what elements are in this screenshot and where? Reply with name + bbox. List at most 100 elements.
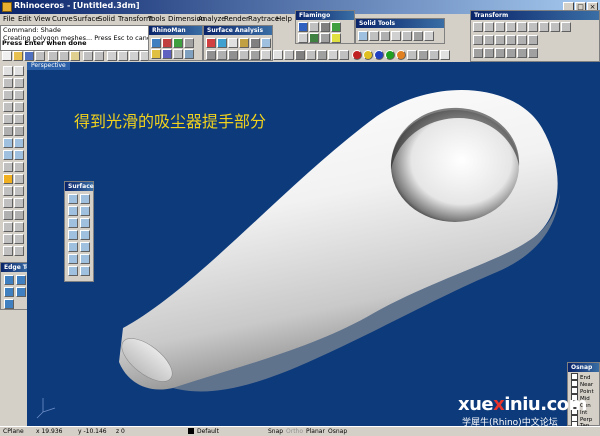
srf-loft-icon[interactable] <box>80 218 90 228</box>
surface-icon[interactable] <box>3 138 13 148</box>
light-icon[interactable] <box>309 22 319 32</box>
ghosted-icon[interactable] <box>306 50 316 60</box>
status-osnap[interactable]: Osnap <box>328 427 347 436</box>
rhinoman-icon-7[interactable] <box>173 49 183 59</box>
rhinoman-icon-4[interactable] <box>184 38 194 48</box>
polygon-icon[interactable] <box>14 114 24 124</box>
srf-patch-icon[interactable] <box>80 242 90 252</box>
undo-icon[interactable] <box>83 51 93 61</box>
rebuild-edge-icon[interactable] <box>16 287 26 297</box>
copy-icon[interactable] <box>59 51 69 61</box>
set-pt-icon[interactable] <box>528 48 538 58</box>
distance-icon[interactable] <box>14 234 24 244</box>
redo-icon[interactable] <box>94 51 104 61</box>
extract-icon[interactable] <box>424 31 434 41</box>
options-icon[interactable] <box>418 50 428 60</box>
solid-tools-title[interactable]: Solid Tools <box>356 19 444 28</box>
polyline-icon[interactable] <box>14 78 24 88</box>
menu-edit[interactable]: Edit <box>18 14 32 25</box>
curvature-icon[interactable] <box>206 38 216 48</box>
srf-heightfield-icon[interactable] <box>80 266 90 276</box>
maelstrom-icon[interactable] <box>495 48 505 58</box>
move-icon[interactable] <box>473 22 483 32</box>
solid-box-icon[interactable] <box>3 150 13 160</box>
env-icon[interactable] <box>298 33 308 43</box>
rectangle-icon[interactable] <box>3 114 13 124</box>
print-icon[interactable] <box>35 51 45 61</box>
layer-icon[interactable] <box>339 50 349 60</box>
toolbar-icon-d[interactable] <box>239 50 249 60</box>
boolean-diff-icon[interactable] <box>369 31 379 41</box>
surface-title[interactable]: Surface <box>65 182 94 191</box>
settings-icon[interactable] <box>407 50 417 60</box>
menu-curve[interactable]: Curve <box>52 14 73 25</box>
flow-icon[interactable] <box>484 35 494 45</box>
shaded-icon[interactable] <box>284 50 294 60</box>
cut-icon[interactable] <box>48 51 58 61</box>
srf-offset-icon[interactable] <box>80 254 90 264</box>
circle-icon[interactable] <box>14 90 24 100</box>
menu-analyze[interactable]: Analyze <box>198 14 226 25</box>
new-icon[interactable] <box>2 51 12 61</box>
shear-icon[interactable] <box>495 35 505 45</box>
fillet-edge-icon[interactable] <box>402 31 412 41</box>
toolbar-icon-c[interactable] <box>228 50 238 60</box>
bend-icon[interactable] <box>561 22 571 32</box>
camera-icon[interactable] <box>14 246 24 256</box>
line-icon[interactable] <box>3 78 13 88</box>
copy-obj-icon[interactable] <box>484 22 494 32</box>
osnap-title[interactable]: Osnap <box>568 363 599 372</box>
yellow-sphere-icon[interactable] <box>363 50 373 60</box>
normals-icon[interactable] <box>261 38 271 48</box>
boolean-union-icon[interactable] <box>358 31 368 41</box>
srf-network-icon[interactable] <box>68 242 78 252</box>
open-icon[interactable] <box>13 51 23 61</box>
text-icon[interactable] <box>3 126 13 136</box>
rhinoman-title[interactable]: RhinoMan <box>149 26 202 35</box>
mirror-icon[interactable] <box>517 22 527 32</box>
status-layer[interactable]: Default <box>197 427 219 436</box>
zebra-icon[interactable] <box>228 38 238 48</box>
remap-icon[interactable] <box>517 48 527 58</box>
srf-corner-icon[interactable] <box>68 194 78 204</box>
chamfer-icon[interactable] <box>14 198 24 208</box>
split-edge-icon[interactable] <box>4 275 14 285</box>
split-icon[interactable] <box>3 174 13 184</box>
green-sphere2-icon[interactable] <box>385 50 395 60</box>
sun-icon[interactable] <box>331 33 341 43</box>
green-sphere-icon[interactable] <box>331 22 341 32</box>
srf-extrude-icon[interactable] <box>80 206 90 216</box>
fillet-icon[interactable] <box>3 198 13 208</box>
menu-solid[interactable]: Solid <box>98 14 115 25</box>
cap-icon[interactable] <box>413 31 423 41</box>
stretch-icon[interactable] <box>506 48 516 58</box>
menu-render[interactable]: Render <box>224 14 249 25</box>
smooth-icon[interactable] <box>506 35 516 45</box>
boolean-int-icon[interactable] <box>380 31 390 41</box>
zoom-icon[interactable] <box>129 51 139 61</box>
menu-surface[interactable]: Surface <box>73 14 100 25</box>
surface-analysis-title[interactable]: Surface Analysis <box>204 26 272 35</box>
srf-edge-icon[interactable] <box>80 194 90 204</box>
red-sphere-icon[interactable] <box>352 50 362 60</box>
hide-icon[interactable] <box>3 222 13 232</box>
status-planar[interactable]: Planar <box>306 427 325 436</box>
menu-help[interactable]: Help <box>276 14 292 25</box>
edge-analysis-icon[interactable] <box>250 38 260 48</box>
properties-icon[interactable] <box>429 50 439 60</box>
point-icon[interactable] <box>14 66 24 76</box>
offset-icon[interactable] <box>14 126 24 136</box>
scale-icon[interactable] <box>506 22 516 32</box>
srf-fillet-icon[interactable] <box>68 266 78 276</box>
render-preview-icon[interactable] <box>295 50 305 60</box>
srf-revolve-icon[interactable] <box>68 230 78 240</box>
toolbar-icon-f[interactable] <box>261 50 271 60</box>
viewport-label[interactable]: Perspective <box>27 62 70 70</box>
rhinoman-icon-6[interactable] <box>162 49 172 59</box>
join-icon[interactable] <box>14 174 24 184</box>
taper-icon[interactable] <box>473 35 483 45</box>
sphere-icon[interactable] <box>14 150 24 160</box>
paste-icon[interactable] <box>70 51 80 61</box>
env-map-icon[interactable] <box>239 38 249 48</box>
layer-color-swatch[interactable] <box>188 428 194 434</box>
